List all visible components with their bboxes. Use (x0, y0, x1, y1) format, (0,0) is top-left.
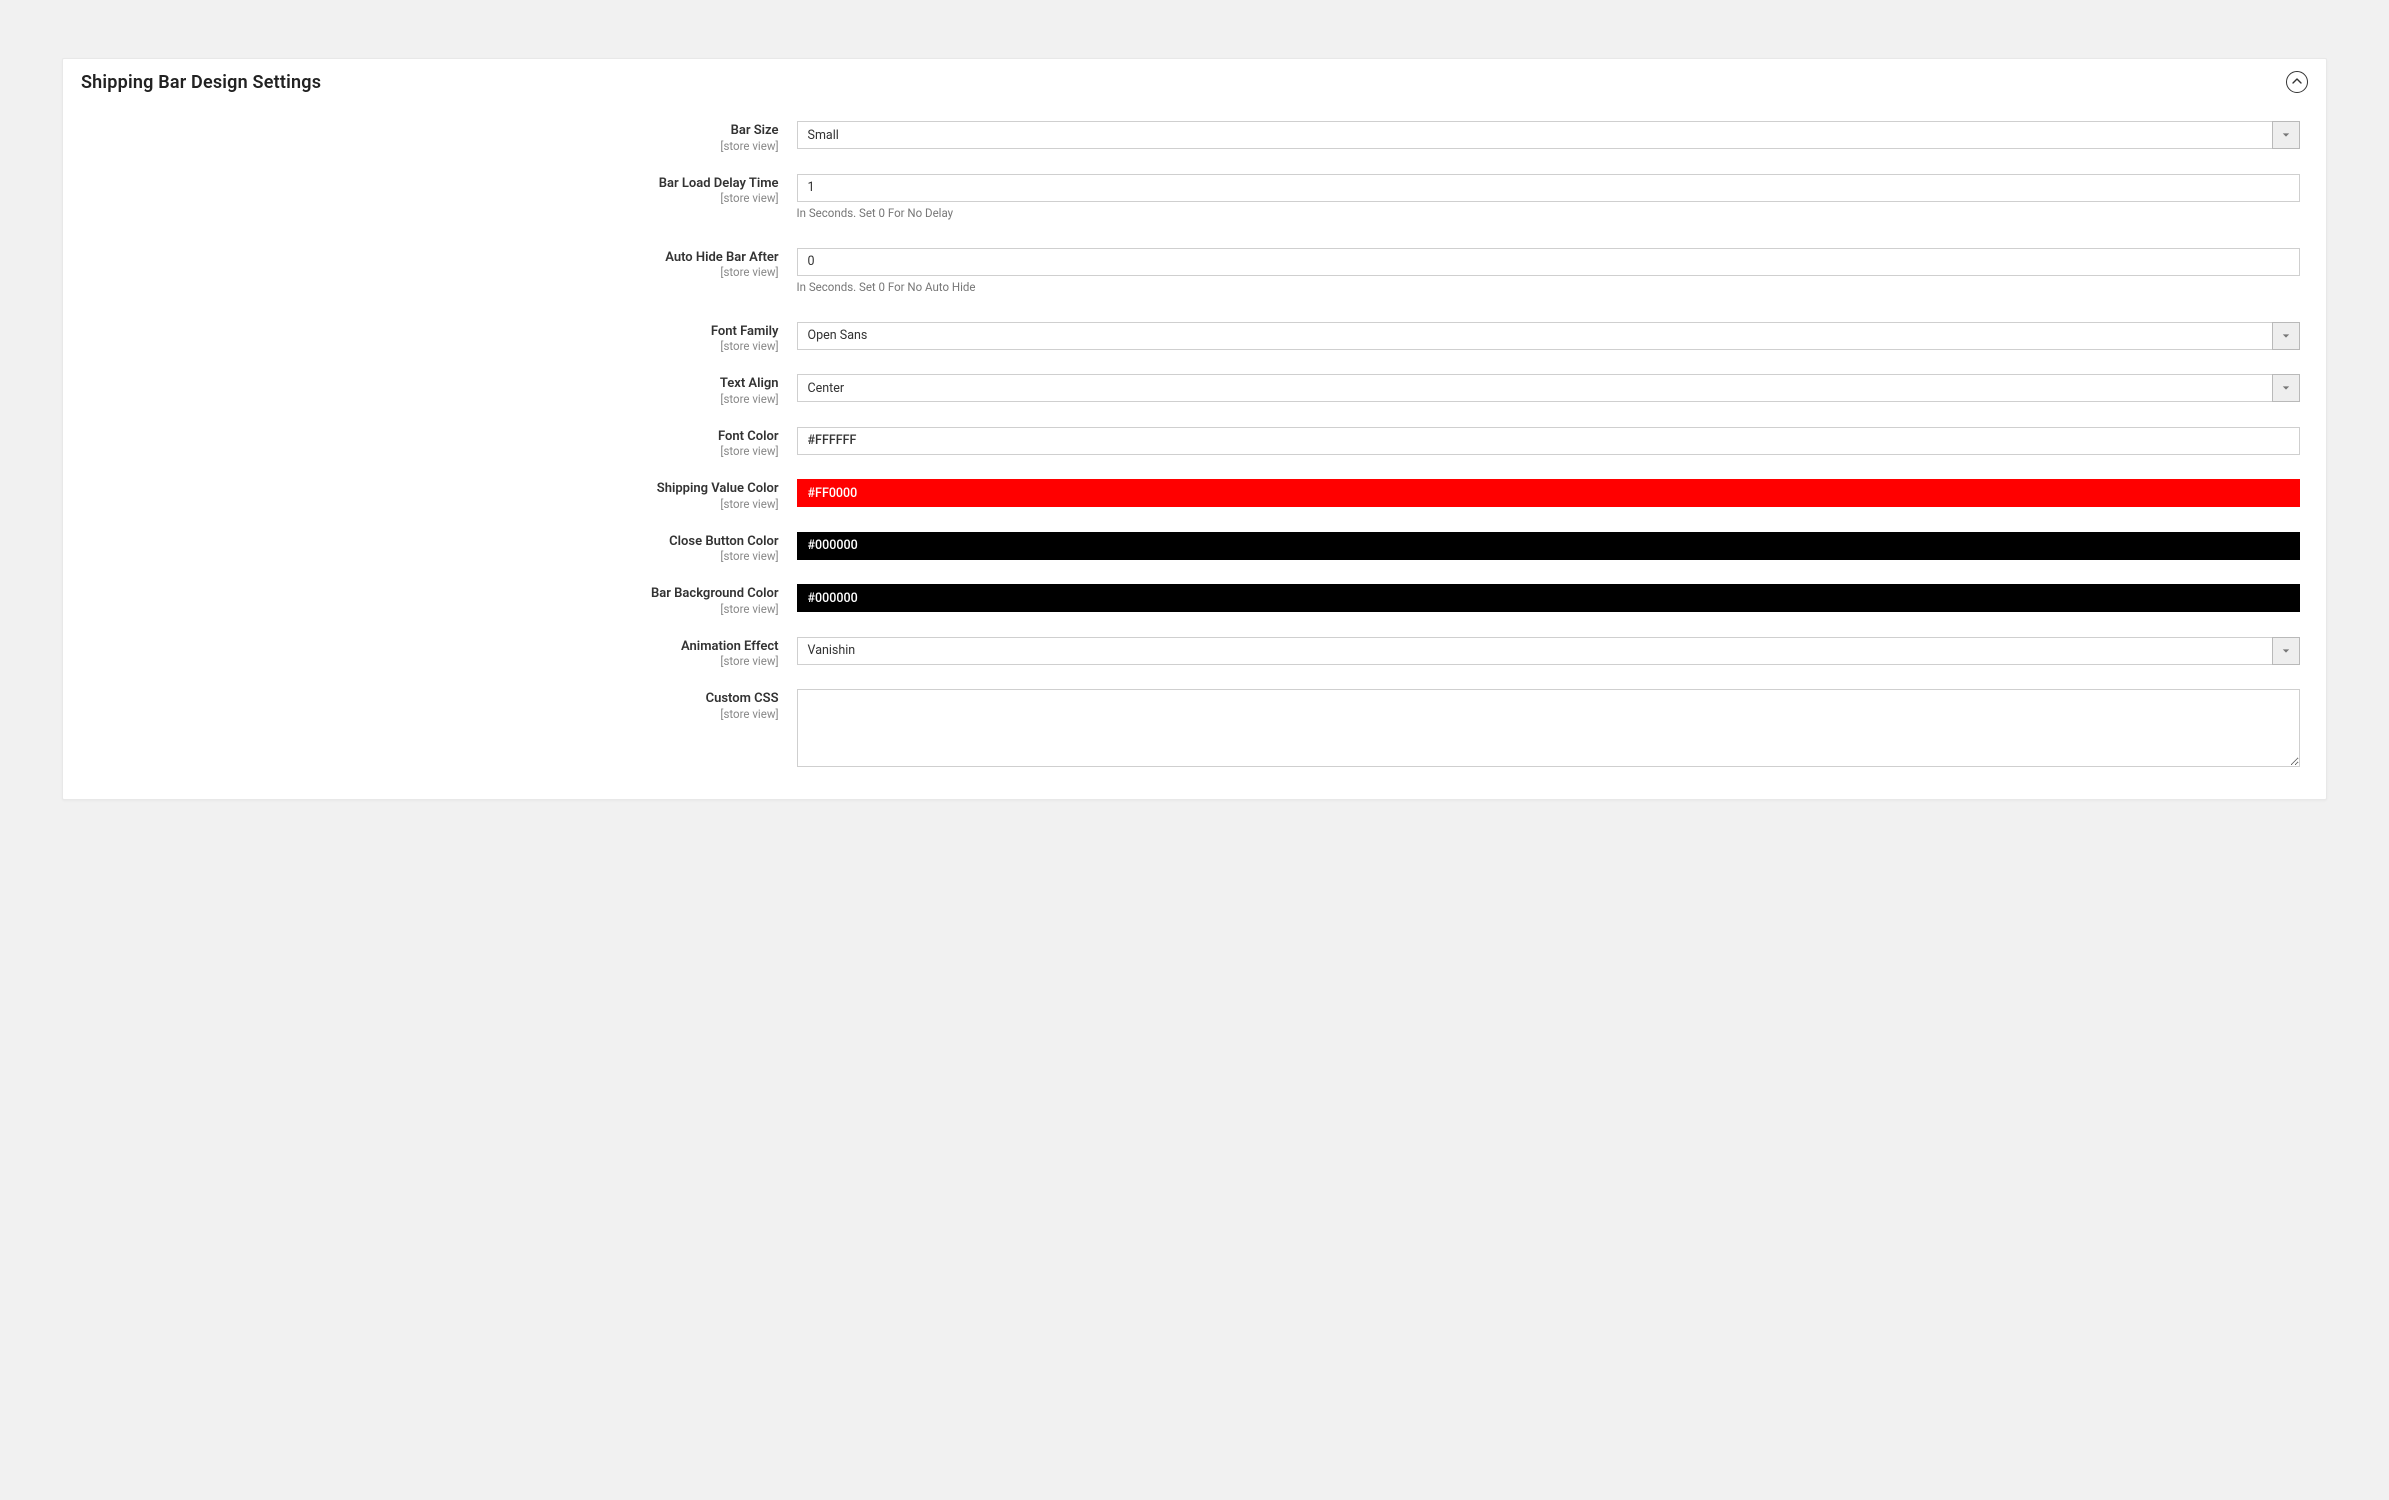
collapse-toggle-button[interactable] (2286, 71, 2308, 93)
field-input-col: Center (797, 374, 2300, 402)
shipping-value-color-input[interactable]: #FF0000 (797, 479, 2300, 507)
field-input-col: In Seconds. Set 0 For No Auto Hide (797, 248, 2300, 294)
field-input-col: #000000 (797, 532, 2300, 560)
field-input-col: Vanishin (797, 637, 2300, 665)
bar-background-color-input[interactable]: #000000 (797, 584, 2300, 612)
field-label: Bar Size (89, 123, 779, 139)
field-label-col: Font Family [store view] (89, 322, 797, 355)
chevron-up-icon (2292, 75, 2302, 90)
text-align-select[interactable]: Center (797, 374, 2300, 402)
settings-panel: Shipping Bar Design Settings Bar Size [s… (62, 58, 2327, 800)
animation-effect-select[interactable]: Vanishin (797, 637, 2300, 665)
field-row-animation-effect: Animation Effect [store view] Vanishin (89, 637, 2300, 670)
caret-down-icon (2272, 374, 2300, 402)
field-input-col: In Seconds. Set 0 For No Delay (797, 174, 2300, 220)
field-label: Bar Background Color (89, 586, 779, 602)
font-family-select[interactable]: Open Sans (797, 322, 2300, 350)
caret-down-icon (2272, 322, 2300, 350)
field-row-bar-background-color: Bar Background Color [store view] #00000… (89, 584, 2300, 617)
field-label-col: Animation Effect [store view] (89, 637, 797, 670)
field-label-col: Shipping Value Color [store view] (89, 479, 797, 512)
field-scope: [store view] (89, 602, 779, 617)
close-button-color-input[interactable]: #000000 (797, 532, 2300, 560)
field-label-col: Bar Background Color [store view] (89, 584, 797, 617)
field-note: In Seconds. Set 0 For No Auto Hide (797, 280, 2300, 294)
panel-body: Bar Size [store view] Small Bar Load Del… (63, 99, 2326, 799)
caret-down-icon (2272, 637, 2300, 665)
field-row-font-color: Font Color [store view] #FFFFFF (89, 427, 2300, 460)
field-input-col: #FFFFFF (797, 427, 2300, 455)
field-scope: [store view] (89, 392, 779, 407)
field-label: Font Family (89, 324, 779, 340)
select-display: Open Sans (797, 322, 2272, 350)
panel-header: Shipping Bar Design Settings (63, 59, 2326, 99)
field-row-font-family: Font Family [store view] Open Sans (89, 322, 2300, 355)
field-label-col: Close Button Color [store view] (89, 532, 797, 565)
field-scope: [store view] (89, 191, 779, 206)
field-row-custom-css: Custom CSS [store view] (89, 689, 2300, 771)
auto-hide-bar-after-input[interactable] (797, 248, 2300, 276)
field-label: Animation Effect (89, 639, 779, 655)
field-input-col: #000000 (797, 584, 2300, 612)
field-label: Close Button Color (89, 534, 779, 550)
field-input-col: Open Sans (797, 322, 2300, 350)
field-label: Bar Load Delay Time (89, 176, 779, 192)
field-scope: [store view] (89, 707, 779, 722)
field-label-col: Bar Load Delay Time [store view] (89, 174, 797, 207)
field-row-text-align: Text Align [store view] Center (89, 374, 2300, 407)
field-scope: [store view] (89, 139, 779, 154)
field-scope: [store view] (89, 339, 779, 354)
field-row-close-button-color: Close Button Color [store view] #000000 (89, 532, 2300, 565)
field-label: Font Color (89, 429, 779, 445)
field-label-col: Font Color [store view] (89, 427, 797, 460)
bar-size-select[interactable]: Small (797, 121, 2300, 149)
select-display: Small (797, 121, 2272, 149)
field-note: In Seconds. Set 0 For No Delay (797, 206, 2300, 220)
field-input-col (797, 689, 2300, 771)
font-color-input[interactable]: #FFFFFF (797, 427, 2300, 455)
select-display: Center (797, 374, 2272, 402)
field-row-auto-hide-bar-after: Auto Hide Bar After [store view] In Seco… (89, 248, 2300, 294)
caret-down-icon (2272, 121, 2300, 149)
field-row-bar-size: Bar Size [store view] Small (89, 121, 2300, 154)
field-label-col: Bar Size [store view] (89, 121, 797, 154)
custom-css-textarea[interactable] (797, 689, 2300, 767)
field-row-shipping-value-color: Shipping Value Color [store view] #FF000… (89, 479, 2300, 512)
panel-title: Shipping Bar Design Settings (81, 72, 321, 93)
field-label: Text Align (89, 376, 779, 392)
field-scope: [store view] (89, 265, 779, 280)
select-display: Vanishin (797, 637, 2272, 665)
field-input-col: #FF0000 (797, 479, 2300, 507)
field-label-col: Auto Hide Bar After [store view] (89, 248, 797, 281)
bar-load-delay-time-input[interactable] (797, 174, 2300, 202)
field-label: Shipping Value Color (89, 481, 779, 497)
field-label: Custom CSS (89, 691, 779, 707)
field-scope: [store view] (89, 444, 779, 459)
field-label-col: Text Align [store view] (89, 374, 797, 407)
field-scope: [store view] (89, 497, 779, 512)
field-scope: [store view] (89, 549, 779, 564)
field-input-col: Small (797, 121, 2300, 149)
field-scope: [store view] (89, 654, 779, 669)
field-label-col: Custom CSS [store view] (89, 689, 797, 722)
field-row-bar-load-delay-time: Bar Load Delay Time [store view] In Seco… (89, 174, 2300, 220)
field-label: Auto Hide Bar After (89, 250, 779, 266)
